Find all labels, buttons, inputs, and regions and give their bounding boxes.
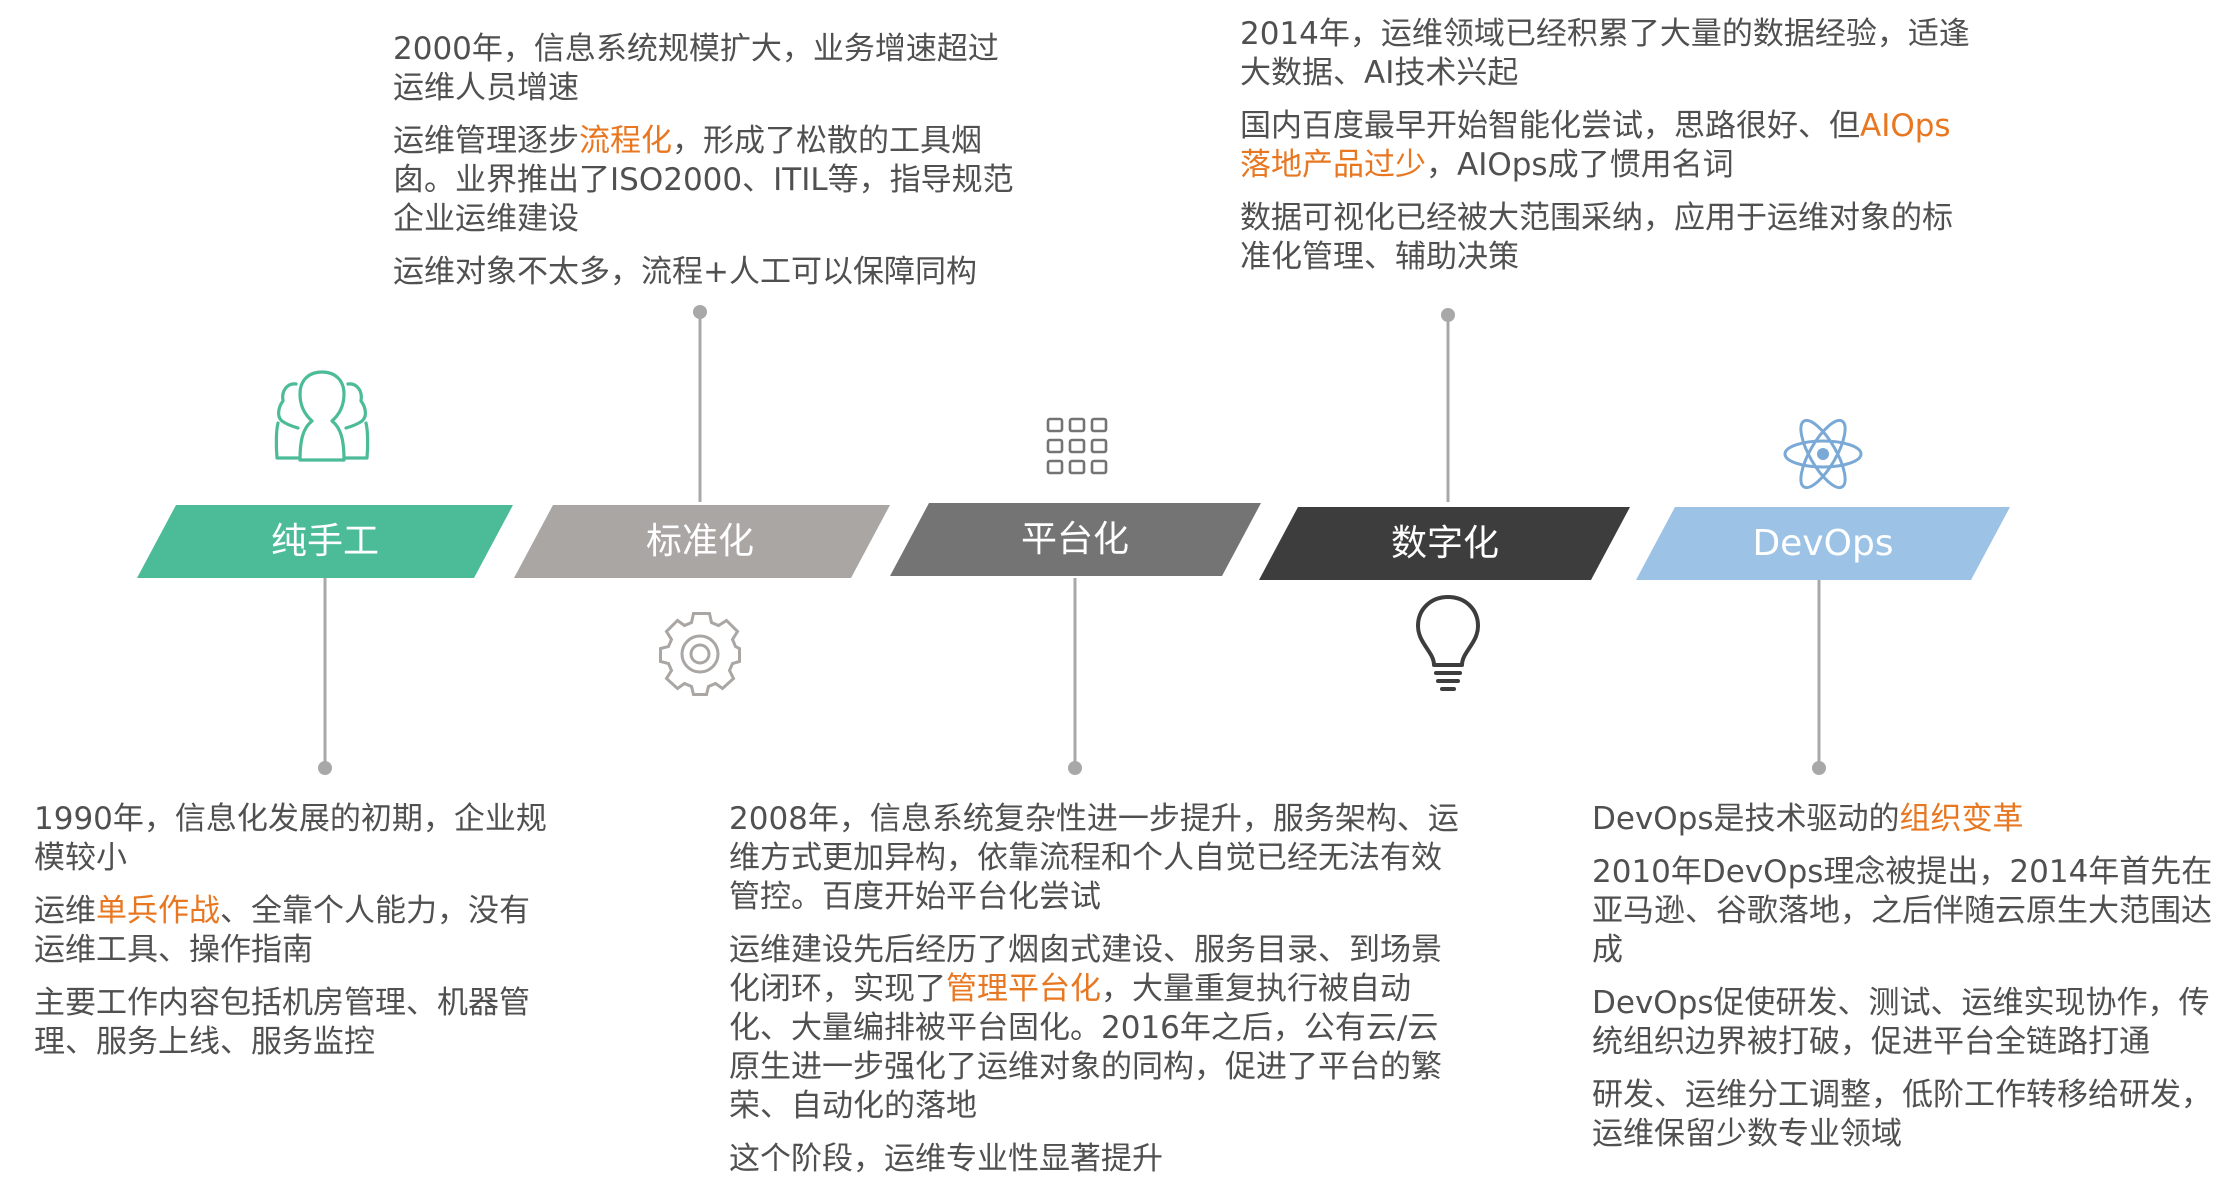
note-paragraph: 2010年DevOps理念被提出，2014年首先在亚马逊、谷歌落地，之后伴随云原… — [1592, 854, 2213, 968]
highlight-text: 组织变革 — [1899, 801, 2024, 837]
stage-label-manual: 纯手工 — [271, 521, 379, 562]
lightbulb-icon — [1416, 595, 1480, 691]
stage-label-standard: 标准化 — [646, 521, 754, 562]
note-paragraph: 2014年，运维领域已经积累了大量的数据经验，适逢大数据、AI技术兴起 — [1240, 16, 1970, 91]
note-text: DevOps是技术驱动的 — [1592, 801, 1900, 837]
connector-dot-digital — [1441, 308, 1455, 322]
stage-label-platform: 平台化 — [1021, 519, 1129, 560]
note-paragraph: 主要工作内容包括机房管理、机器管理、服务上线、服务监控 — [34, 985, 530, 1060]
note-paragraph: 数据可视化已经被大范围采纳，应用于运维对象的标准化管理、辅助决策 — [1240, 200, 1953, 275]
stage-label-devops: DevOps — [1752, 523, 1893, 564]
stage-notes-digital: 2014年，运维领域已经积累了大量的数据经验，适逢大数据、AI技术兴起 国内百度… — [1240, 15, 1980, 291]
stage-notes-platform: 2008年，信息系统复杂性进一步提升，服务架构、运维方式更加异构，依靠流程和个人… — [729, 800, 1469, 1193]
grid-icon — [1046, 417, 1108, 475]
connector-dot-platform — [1068, 761, 1082, 775]
stage-notes-devops: DevOps是技术驱动的组织变革 2010年DevOps理念被提出，2014年首… — [1592, 800, 2217, 1168]
stage-notes-standard: 2000年，信息系统规模扩大，业务增速超过运维人员增速 运维管理逐步流程化，形成… — [393, 30, 1023, 306]
note-paragraph: 这个阶段，运维专业性显著提升 — [729, 1141, 1163, 1177]
note-text: 运维 — [34, 893, 96, 929]
note-paragraph: 运维管理逐步流程化，形成了松散的工具烟囱。业界推出了ISO2000、ITIL等，… — [393, 122, 1023, 239]
note-paragraph: 运维单兵作战、全靠个人能力，没有运维工具、操作指南 — [34, 892, 554, 970]
note-text: 运维管理逐步 — [393, 123, 579, 159]
highlight-text: 流程化 — [579, 123, 672, 159]
highlight-text: 管理平台化 — [946, 971, 1101, 1007]
note-text: 国内百度最早开始智能化尝试，思路很好、但 — [1240, 108, 1860, 144]
note-paragraph: 运维建设先后经历了烟囱式建设、服务目录、到场景化闭环，实现了管理平台化，大量重复… — [729, 931, 1469, 1126]
gear-icon — [659, 612, 741, 696]
stage-notes-manual: 1990年，信息化发展的初期，企业规模较小 运维单兵作战、全靠个人能力，没有运维… — [34, 800, 554, 1076]
note-paragraph: 国内百度最早开始智能化尝试，思路很好、但AIOps落地产品过少，AIOps成了惯… — [1240, 107, 1980, 185]
atom-icon — [1783, 418, 1863, 490]
stage-label-digital: 数字化 — [1391, 523, 1499, 564]
note-paragraph: 运维对象不太多，流程+人工可以保障同构 — [393, 254, 977, 290]
note-paragraph: 2000年，信息系统规模扩大，业务增速超过运维人员增速 — [393, 31, 999, 106]
connector-dot-manual — [318, 761, 332, 775]
note-paragraph: DevOps促使研发、测试、运维实现协作，传统组织边界被打破，促进平台全链路打通 — [1592, 985, 2210, 1060]
note-paragraph: 2008年，信息系统复杂性进一步提升，服务架构、运维方式更加异构，依靠流程和个人… — [729, 801, 1459, 915]
note-paragraph: 研发、运维分工调整，低阶工作转移给研发，运维保留少数专业领域 — [1592, 1077, 2212, 1152]
highlight-text: 单兵作战 — [96, 893, 220, 929]
connector-dot-devops — [1812, 761, 1826, 775]
people-group-icon — [274, 370, 370, 462]
stage-banners: 纯手工 标准化 平台化 数字化 DevOps — [137, 503, 2010, 580]
note-text: ，AIOps成了惯用名词 — [1426, 147, 1734, 183]
note-paragraph: DevOps是技术驱动的组织变革 — [1592, 800, 2217, 839]
note-paragraph: 1990年，信息化发展的初期，企业规模较小 — [34, 801, 547, 876]
connector-dot-standard — [693, 305, 707, 319]
